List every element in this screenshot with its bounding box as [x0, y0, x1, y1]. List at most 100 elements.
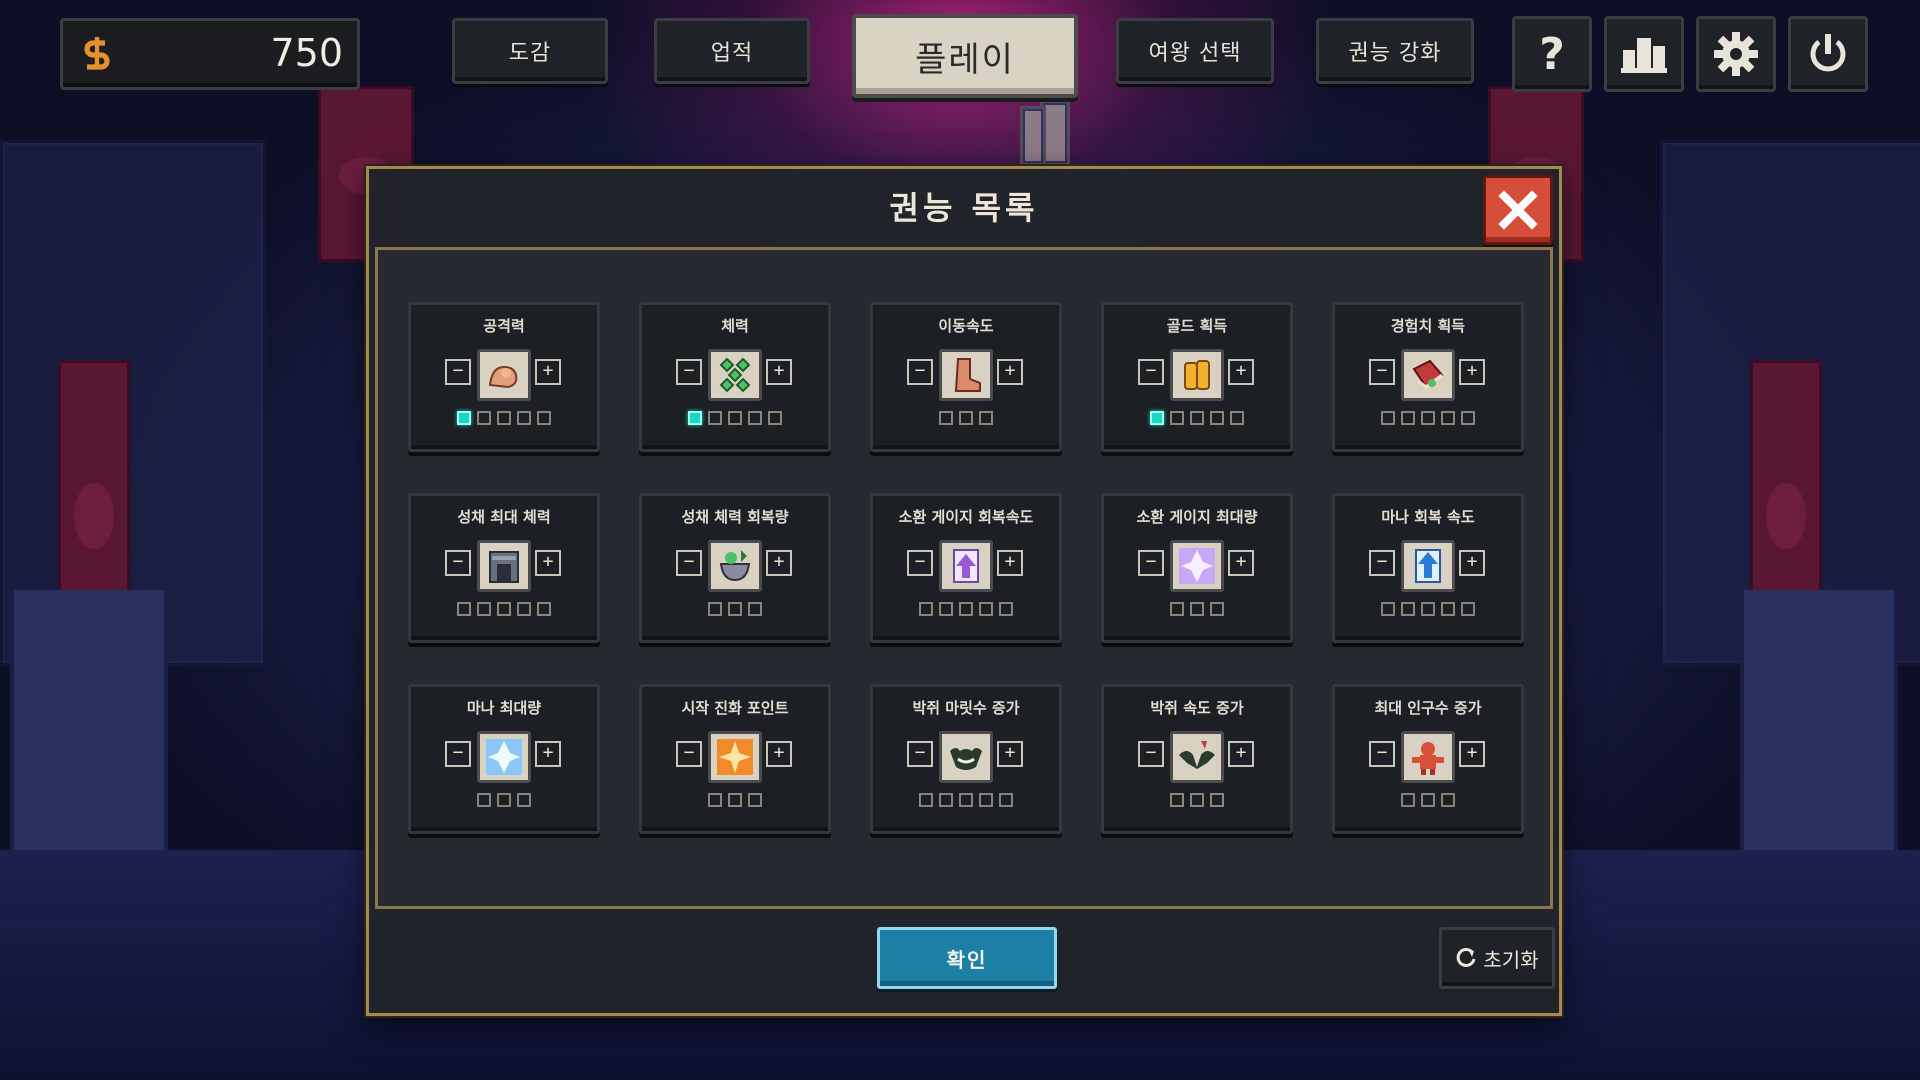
increase-button[interactable]: +: [1228, 359, 1254, 385]
skill-grid-panel: 공격력 − + 체력 − + 이동속도 − + 골드 획득 − + 경험치 획득 − + 성채 최대 체력 − +…: [375, 247, 1553, 909]
level-pip-empty: [1421, 602, 1435, 616]
confirm-button[interactable]: 확인: [877, 927, 1057, 989]
level-pip-empty: [748, 411, 762, 425]
increase-button[interactable]: +: [535, 550, 561, 576]
decrease-button[interactable]: −: [907, 550, 933, 576]
help-button[interactable]: ?: [1512, 16, 1592, 92]
power-upgrade-button[interactable]: 권능 강화: [1316, 18, 1474, 84]
increase-button[interactable]: +: [1228, 550, 1254, 576]
level-pip-empty: [959, 793, 973, 807]
level-pip-empty: [939, 602, 953, 616]
level-pip-empty: [537, 602, 551, 616]
decrease-button[interactable]: −: [907, 359, 933, 385]
level-indicator: [1335, 602, 1521, 616]
skill-card: 공격력 − +: [408, 302, 600, 452]
skill-label: 마나 최대량: [466, 699, 542, 717]
skill-card: 마나 최대량 − +: [408, 684, 600, 834]
level-pip-empty: [517, 411, 531, 425]
decrease-button[interactable]: −: [676, 741, 702, 767]
power-off-icon: [1810, 34, 1846, 72]
increase-button[interactable]: +: [766, 359, 792, 385]
decrease-button[interactable]: −: [1138, 359, 1164, 385]
level-indicator: [1335, 793, 1521, 807]
increase-button[interactable]: +: [997, 741, 1023, 767]
ranking-button[interactable]: [1604, 16, 1684, 92]
skill-label: 경험치 획득: [1390, 317, 1466, 335]
level-pip-empty: [1190, 793, 1204, 807]
left-banner: [58, 360, 130, 666]
decrease-button[interactable]: −: [445, 359, 471, 385]
level-pip-filled: [688, 411, 702, 425]
level-pip-empty: [999, 793, 1013, 807]
level-pip-empty: [999, 602, 1013, 616]
increase-button[interactable]: +: [1459, 359, 1485, 385]
increase-button[interactable]: +: [1459, 550, 1485, 576]
decrease-button[interactable]: −: [907, 741, 933, 767]
level-pip-empty: [517, 793, 531, 807]
codex-button[interactable]: 도감: [452, 18, 608, 84]
skill-card: 체력 − +: [639, 302, 831, 452]
close-icon: [1498, 190, 1538, 230]
increase-button[interactable]: +: [766, 550, 792, 576]
orange-burst-icon: [708, 731, 762, 783]
level-pip-empty: [1210, 602, 1224, 616]
decrease-button[interactable]: −: [445, 741, 471, 767]
level-pip-empty: [708, 793, 722, 807]
decrease-button[interactable]: −: [1369, 359, 1395, 385]
skill-label: 박쥐 속도 증가: [1150, 699, 1244, 717]
skill-card: 마나 회복 속도 − +: [1332, 493, 1524, 643]
reset-icon: [1457, 947, 1476, 967]
level-pip-empty: [1441, 793, 1455, 807]
level-pip-empty: [1190, 602, 1204, 616]
level-pip-empty: [939, 793, 953, 807]
gold-amount: 750: [270, 31, 343, 75]
level-indicator: [873, 411, 1059, 425]
settings-button[interactable]: [1696, 16, 1776, 92]
decrease-button[interactable]: −: [1369, 550, 1395, 576]
increase-button[interactable]: +: [535, 741, 561, 767]
increase-button[interactable]: +: [997, 550, 1023, 576]
decrease-button[interactable]: −: [445, 550, 471, 576]
level-pip-empty: [959, 602, 973, 616]
level-pip-empty: [1421, 411, 1435, 425]
bat-speed-icon: [1170, 731, 1224, 783]
increase-button[interactable]: +: [1459, 741, 1485, 767]
increase-button[interactable]: +: [535, 359, 561, 385]
play-button[interactable]: 플레이: [852, 14, 1078, 98]
ranking-icon: [1621, 38, 1667, 73]
red-imp-icon: [1401, 731, 1455, 783]
decrease-button[interactable]: −: [676, 550, 702, 576]
increase-button[interactable]: +: [766, 741, 792, 767]
increase-button[interactable]: +: [997, 359, 1023, 385]
level-pip-empty: [768, 411, 782, 425]
level-pip-empty: [748, 793, 762, 807]
achievements-button[interactable]: 업적: [654, 18, 810, 84]
level-pip-filled: [457, 411, 471, 425]
level-pip-empty: [708, 411, 722, 425]
skill-label: 박쥐 마릿수 증가: [912, 699, 1020, 717]
skill-label: 소환 게이지 최대량: [1136, 508, 1258, 526]
skill-card: 박쥐 마릿수 증가 − +: [870, 684, 1062, 834]
level-pip-empty: [497, 793, 511, 807]
purple-arrow-up-icon: [939, 540, 993, 592]
level-indicator: [411, 602, 597, 616]
level-pip-empty: [1421, 793, 1435, 807]
decrease-button[interactable]: −: [676, 359, 702, 385]
skill-card: 박쥐 속도 증가 − +: [1101, 684, 1293, 834]
decrease-button[interactable]: −: [1369, 741, 1395, 767]
reset-button[interactable]: 초기화: [1439, 927, 1555, 989]
queen-select-button[interactable]: 여왕 선택: [1116, 18, 1274, 84]
close-button[interactable]: [1483, 175, 1553, 245]
decrease-button[interactable]: −: [1138, 741, 1164, 767]
level-indicator: [642, 411, 828, 425]
level-pip-empty: [919, 602, 933, 616]
skill-card: 이동속도 − +: [870, 302, 1062, 452]
level-pip-empty: [979, 602, 993, 616]
quit-button[interactable]: [1788, 16, 1868, 92]
level-indicator: [1104, 602, 1290, 616]
level-indicator: [642, 602, 828, 616]
bat-smile-icon: [939, 731, 993, 783]
skill-card: 최대 인구수 증가 − +: [1332, 684, 1524, 834]
increase-button[interactable]: +: [1228, 741, 1254, 767]
decrease-button[interactable]: −: [1138, 550, 1164, 576]
